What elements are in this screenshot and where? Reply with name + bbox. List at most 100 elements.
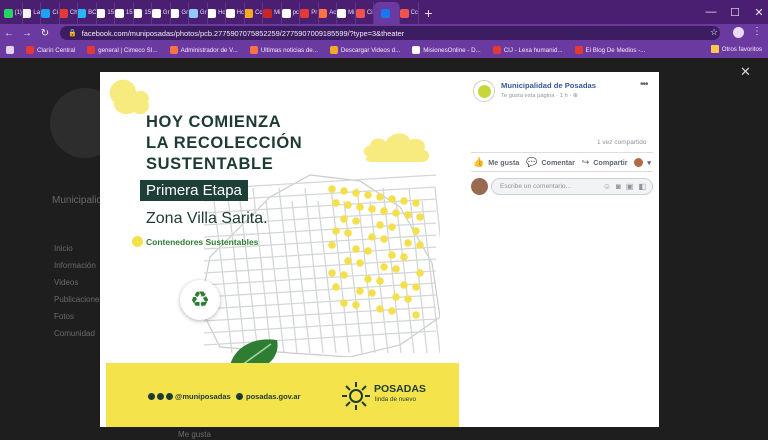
browser-tab[interactable]: Ci xyxy=(41,2,60,24)
tab-favicon-icon xyxy=(41,8,51,18)
browser-tab[interactable]: Ch xyxy=(59,2,78,24)
browser-tab[interactable]: BC xyxy=(78,2,97,24)
container-dot xyxy=(412,227,420,235)
headline-line-3: SUSTENTABLE xyxy=(146,155,274,173)
container-dot xyxy=(364,247,372,255)
reload-icon[interactable]: ↻ xyxy=(36,28,54,39)
apps-icon[interactable] xyxy=(6,46,14,54)
new-tab-button[interactable]: + xyxy=(419,2,439,24)
container-dot xyxy=(416,269,424,277)
share-icon: ↪ xyxy=(581,156,590,167)
close-window-button[interactable]: ✕ xyxy=(740,0,768,24)
profile-avatar[interactable] xyxy=(733,27,744,38)
lock-icon: 🔒 xyxy=(68,30,77,37)
container-dot xyxy=(412,283,420,291)
bookmark-item[interactable]: Ultimas noticias de... xyxy=(249,46,318,54)
bookmark-item[interactable]: Clarín Central xyxy=(26,46,75,54)
other-bookmarks[interactable]: Otros favoritos xyxy=(710,45,762,53)
browser-tab[interactable]: pc xyxy=(281,2,300,24)
browser-tab[interactable]: 15 xyxy=(115,2,134,24)
browser-tab[interactable]: Hc xyxy=(226,2,245,24)
bookmark-label: Descargar Videos d... xyxy=(340,46,401,54)
browser-tab[interactable] xyxy=(374,2,400,24)
post-page-name[interactable]: Municipalidad de Posadas xyxy=(501,81,596,90)
bookmark-favicon-icon xyxy=(87,46,96,54)
camera-icon[interactable]: ◙ xyxy=(616,182,621,191)
tab-label: Ci xyxy=(366,10,373,16)
tab-favicon-icon xyxy=(263,8,273,18)
bookmark-item[interactable]: Administrador de V... xyxy=(169,46,238,54)
close-lightbox-icon[interactable]: ✕ xyxy=(740,64,751,80)
chevron-down-icon: ▾ xyxy=(647,157,651,167)
container-dot xyxy=(356,259,364,267)
browser-tab[interactable]: Pr xyxy=(300,2,319,24)
reaction-selector[interactable]: ▾ xyxy=(634,157,651,167)
zone-title: Zona Villa Sarita. xyxy=(146,210,268,227)
browser-tab[interactable]: Gr xyxy=(170,2,189,24)
browser-tab[interactable]: (1) xyxy=(4,2,23,24)
browser-tab[interactable]: La xyxy=(22,2,41,24)
more-options-icon[interactable]: ••• xyxy=(640,79,648,90)
browser-tab[interactable]: Gr xyxy=(189,2,208,24)
browser-tab[interactable]: Cc xyxy=(244,2,263,24)
browser-tab[interactable]: Ci xyxy=(355,2,374,24)
container-dot xyxy=(340,187,348,195)
bookmark-item[interactable]: MisionesOnline - D... xyxy=(412,46,481,54)
bookmark-favicon-icon xyxy=(26,46,34,54)
browser-tab[interactable]: Gr xyxy=(152,2,171,24)
share-button[interactable]: ↪ Compartir xyxy=(582,157,628,168)
container-dot xyxy=(340,271,348,279)
page-avatar[interactable] xyxy=(473,80,495,102)
bookmark-label: Clarín Central xyxy=(37,46,76,54)
browser-tab[interactable]: 15 xyxy=(133,2,152,24)
back-icon[interactable]: ← xyxy=(0,28,18,39)
dim-nav-item: Información xyxy=(54,261,96,270)
bookmark-favicon-icon xyxy=(329,46,338,54)
address-bar[interactable]: 🔒 facebook.com/muniposadas/photos/pcb.27… xyxy=(60,26,720,40)
sticker-icon[interactable]: ◧ xyxy=(638,182,646,191)
bookmark-star-icon[interactable]: ☆ xyxy=(710,27,718,38)
forward-icon[interactable]: → xyxy=(18,28,36,39)
browser-tab[interactable]: Ac xyxy=(318,2,337,24)
container-dot xyxy=(376,193,384,201)
container-dot xyxy=(380,263,388,271)
browser-tab[interactable]: Cc xyxy=(400,2,419,24)
brand-name: POSADAS xyxy=(374,383,426,395)
tab-favicon-icon xyxy=(300,8,310,18)
container-dot xyxy=(404,295,412,303)
container-dot xyxy=(328,185,336,193)
gif-icon[interactable]: ▣ xyxy=(626,182,634,191)
tab-favicon-icon xyxy=(226,8,235,18)
container-dot xyxy=(388,307,396,315)
container-dot xyxy=(404,211,412,219)
bookmark-item[interactable]: El Blog De Medios -... xyxy=(574,46,645,54)
bookmark-item[interactable]: Descargar Videos d... xyxy=(329,46,401,54)
browser-tab[interactable]: 15 xyxy=(96,2,115,24)
brand-tagline: linda de nuevo xyxy=(375,396,416,403)
tab-favicon-icon xyxy=(355,8,365,18)
comment-button[interactable]: 💬 Comentar xyxy=(526,157,575,168)
tab-strip: (1) La Ci Ch BC 15 15 15 Gr Gr Gr Hc Hc Cc Mi pc Pr Ac Mi C… xyxy=(0,0,768,24)
share-count[interactable]: 1 vez compartido xyxy=(597,139,647,146)
browser-menu-icon[interactable]: ⋮ xyxy=(752,26,762,37)
browser-tab[interactable]: Mi xyxy=(337,2,356,24)
tab-label: 15 xyxy=(107,10,115,16)
tab-label: 15 xyxy=(125,10,133,16)
post-photo[interactable]: HOY COMIENZA LA RECOLECCIÓN SUSTENTABLE … xyxy=(100,72,465,427)
url-text[interactable]: facebook.com/muniposadas/photos/pcb.2775… xyxy=(82,29,404,38)
dim-nav-item: Videos xyxy=(54,278,79,287)
bookmark-item[interactable]: general | Cimeco SI... xyxy=(87,46,158,54)
bookmark-label: Ultimas noticias de... xyxy=(260,46,318,54)
container-dot xyxy=(380,235,388,243)
comment-input[interactable]: Escribe un comentario... ☺ ◙ ▣ ◧ xyxy=(491,178,653,195)
browser-tab[interactable]: Hc xyxy=(207,2,226,24)
emoji-icon[interactable]: ☺ xyxy=(603,182,611,191)
bookmark-item[interactable]: CIJ - Lexa humanid... xyxy=(492,46,563,54)
tab-favicon-icon xyxy=(96,8,106,18)
browser-tab[interactable]: Mi xyxy=(263,2,282,24)
dim-nav-item: Fotos xyxy=(54,312,75,321)
container-dot xyxy=(352,217,360,225)
tab-favicon-icon xyxy=(400,8,409,18)
like-button[interactable]: 👍 Me gusta xyxy=(473,157,519,168)
container-dot xyxy=(392,265,400,273)
